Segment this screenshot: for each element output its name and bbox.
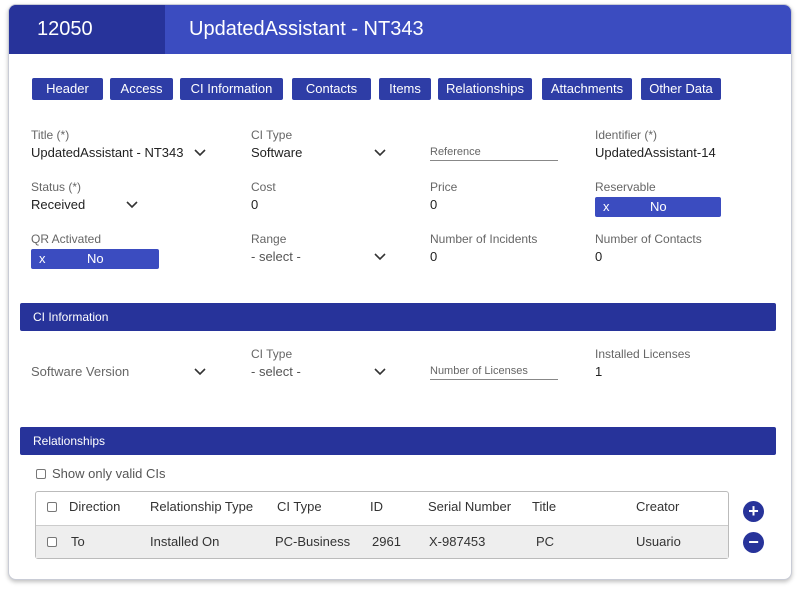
title-select[interactable]: UpdatedAssistant - NT343 [31,145,183,160]
identifier-label: Identifier (*) [595,128,658,142]
reservable-label: Reservable [595,180,656,194]
cell-ci-type: PC-Business [275,534,351,549]
record-id: 12050 [9,5,165,54]
ci-information-section-header: CI Information [20,303,776,331]
column-header[interactable]: Creator [636,492,679,522]
tab-contacts[interactable]: Contacts [292,78,371,100]
number-of-licenses-input[interactable]: Number of Licenses [430,365,558,380]
relationships-table: Direction Relationship Type CI Type ID S… [35,491,729,559]
cell-direction: To [71,534,85,549]
tab-ci-information[interactable]: CI Information [180,78,283,100]
range-select[interactable]: - select - [251,249,301,264]
column-header[interactable]: ID [370,492,383,522]
identifier-value: UpdatedAssistant-14 [595,145,716,160]
contacts-label: Number of Contacts [595,232,702,246]
cell-id: 2961 [372,534,401,549]
cost-value: 0 [251,197,259,212]
column-header[interactable]: Serial Number [428,492,511,522]
column-header[interactable]: Direction [69,492,120,522]
ci-record-card: 12050 UpdatedAssistant - NT343 Header Ac… [8,4,792,580]
tab-attachments[interactable]: Attachments [542,78,632,100]
tab-items[interactable]: Items [379,78,431,100]
title-label: Title (*) [31,128,70,142]
record-header-bar: 12050 UpdatedAssistant - NT343 [9,5,791,54]
software-version-select[interactable]: Software Version [31,364,129,379]
toggle-x: x [603,199,610,214]
price-value: 0 [430,197,438,212]
table-row[interactable]: To Installed On PC-Business 2961 X-98745… [36,525,728,558]
column-header[interactable]: CI Type [277,492,322,522]
range-label: Range [251,232,287,246]
status-select[interactable]: Received [31,197,85,212]
remove-relationship-button[interactable]: − [743,532,764,553]
contacts-value: 0 [595,249,603,264]
toggle-state: No [650,199,667,214]
toggle-state: No [87,251,104,266]
status-label: Status (*) [31,180,82,194]
cell-creator: Usuario [636,534,681,549]
toggle-x: x [39,251,46,266]
chevron-down-icon[interactable] [193,367,207,377]
show-valid-cis-label: Show only valid CIs [52,466,166,481]
tab-relationships[interactable]: Relationships [438,78,532,100]
ci-type-label: CI Type [251,128,293,142]
table-header-row: Direction Relationship Type CI Type ID S… [36,492,728,525]
chevron-down-icon[interactable] [373,367,387,377]
cost-label: Cost [251,180,276,194]
ci-type-select[interactable]: - select - [251,364,301,379]
ci-type-select[interactable]: Software [251,145,302,160]
incidents-value: 0 [430,249,438,264]
reservable-toggle[interactable]: x No [595,197,721,217]
incidents-label: Number of Incidents [430,232,538,246]
cell-title: PC [536,534,555,549]
price-label: Price [430,180,458,194]
select-all-checkbox[interactable] [47,502,57,512]
installed-licenses-label: Installed Licenses [595,347,691,361]
chevron-down-icon[interactable] [125,200,139,210]
show-valid-cis-checkbox[interactable] [36,469,46,479]
cell-serial-number: X-987453 [429,534,486,549]
tab-header[interactable]: Header [32,78,103,100]
qr-activated-toggle[interactable]: x No [31,249,159,269]
cell-relationship-type: Installed On [150,534,220,549]
column-header[interactable]: Title [532,492,556,522]
installed-licenses-value: 1 [595,364,603,379]
column-header[interactable]: Relationship Type [150,492,253,522]
relationships-section-header: Relationships [20,427,776,455]
tab-other-data[interactable]: Other Data [641,78,721,100]
add-relationship-button[interactable]: + [743,501,764,522]
reference-input[interactable]: Reference [430,146,558,161]
record-title: UpdatedAssistant - NT343 [189,18,424,40]
qr-activated-label: QR Activated [31,232,102,246]
row-checkbox[interactable] [47,537,57,547]
chevron-down-icon[interactable] [373,148,387,158]
tab-access[interactable]: Access [110,78,173,100]
chevron-down-icon[interactable] [193,148,207,158]
chevron-down-icon[interactable] [373,252,387,262]
ci-type-label: CI Type [251,347,293,361]
